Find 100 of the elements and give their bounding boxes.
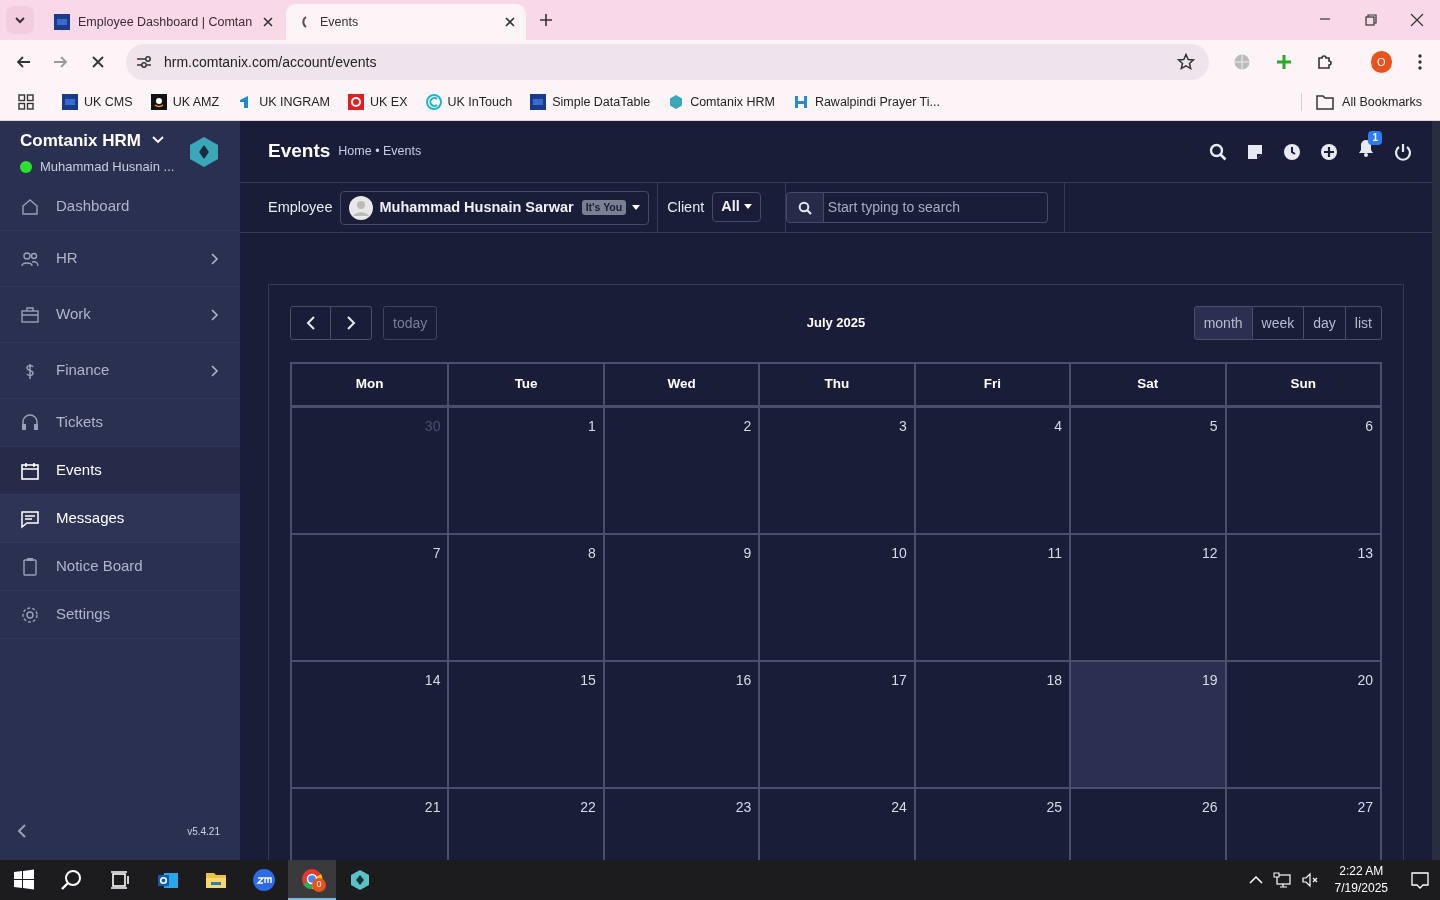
calendar-title: July 2025	[806, 314, 866, 333]
restore-icon[interactable]	[1363, 12, 1379, 28]
collapse-icon[interactable]	[16, 823, 28, 839]
close-icon[interactable]	[1409, 12, 1425, 28]
notification-icon[interactable]	[1410, 870, 1430, 890]
next-button[interactable]	[331, 306, 372, 340]
chevron-right-icon	[210, 364, 220, 377]
bookmark-link[interactable]: UK CMS	[84, 92, 133, 112]
address-bar[interactable]: hrm.comtanix.com/account/events	[126, 44, 1209, 80]
day-number: 22	[580, 798, 596, 817]
day-number: 9	[743, 544, 752, 563]
chevron-right-icon	[346, 316, 356, 330]
hexagon-logo-icon	[188, 136, 220, 168]
sidebar-item[interactable]: Events	[0, 447, 240, 495]
network-icon[interactable]	[1272, 872, 1291, 888]
tab-list-icon[interactable]	[6, 6, 34, 34]
day-number: 19	[1202, 671, 1218, 690]
day-number: 25	[1046, 798, 1063, 817]
day-cell[interactable]: 16	[602, 662, 759, 787]
browser-tab[interactable]: Events	[286, 4, 526, 40]
search-icon[interactable]	[60, 868, 84, 892]
view-tab[interactable]: list	[1345, 306, 1382, 340]
muted-speaker-icon[interactable]	[1300, 872, 1319, 888]
you-badge: It's You	[581, 199, 627, 216]
notification-badge: 1	[1368, 131, 1382, 145]
taskbar-button[interactable]: 0	[288, 860, 336, 900]
bookmark-star-icon[interactable]	[1176, 53, 1195, 71]
day-cell[interactable]: 8	[447, 535, 603, 660]
view-tab[interactable]: week	[1252, 306, 1305, 340]
day-number: 13	[1357, 544, 1373, 563]
day-number: 30	[424, 417, 441, 436]
day-number: 5	[1209, 417, 1218, 436]
clock-icon[interactable]	[1283, 142, 1301, 161]
add-circle-icon[interactable]	[1320, 142, 1338, 161]
day-number: 15	[580, 671, 596, 690]
day-cell[interactable]: 11	[913, 535, 1070, 660]
day-number: 21	[424, 798, 441, 817]
tab-title: Employee Dashboard | Comtan	[78, 13, 254, 31]
day-cell[interactable]: 9	[602, 535, 759, 660]
extension-plus-icon[interactable]	[1274, 53, 1293, 71]
bookmark-favicon-icon[interactable]	[530, 94, 547, 110]
folder-icon[interactable]	[1316, 94, 1335, 110]
day-number: 11	[1047, 544, 1063, 563]
sticky-note-icon[interactable]	[1246, 142, 1264, 161]
bookmark-link[interactable]: UK INGRAM	[259, 92, 330, 112]
client-select[interactable]: All	[712, 191, 761, 222]
day-cell[interactable]: 4	[913, 408, 1070, 533]
today-button[interactable]: today	[383, 306, 438, 340]
search-button[interactable]	[785, 192, 824, 223]
all-bookmarks-link[interactable]: All Bookmarks	[1342, 92, 1422, 112]
day-number: 6	[1365, 417, 1373, 436]
day-cell[interactable]: 7	[292, 535, 448, 660]
day-number: 8	[588, 544, 596, 563]
bookmark-link[interactable]: UK AMZ	[172, 92, 220, 112]
day-number: 2	[743, 417, 752, 436]
day-cell[interactable]: 17	[758, 662, 914, 787]
day-cell[interactable]: 10	[758, 535, 914, 660]
search-field[interactable]: Start typing to search	[823, 192, 1048, 223]
day-cell[interactable]: 21	[292, 789, 448, 860]
bookmark-link[interactable]: UK InTouch	[447, 92, 513, 112]
day-cell[interactable]: 12	[1069, 535, 1225, 660]
home-icon	[20, 196, 40, 217]
start-icon[interactable]	[12, 868, 36, 892]
employee-select[interactable]: Muhammad Husnain Sarwar It's You	[340, 190, 650, 225]
breadcrumb: Home • Events	[338, 143, 422, 161]
close-icon[interactable]	[262, 16, 274, 28]
hexagon-app-icon[interactable]	[348, 868, 372, 892]
view-tab[interactable]: month	[1193, 306, 1253, 340]
bell-icon[interactable]	[1357, 139, 1375, 157]
day-cell[interactable]: 1	[447, 408, 603, 533]
day-cell[interactable]: 20	[1224, 662, 1380, 787]
day-cell[interactable]: 15	[447, 662, 603, 787]
sidebar-item[interactable]: Messages	[0, 495, 240, 543]
day-cell[interactable]: 2	[602, 408, 759, 533]
view-tab[interactable]: day	[1304, 306, 1346, 340]
browser-tab[interactable]: Employee Dashboard | Comtan	[44, 4, 284, 40]
apps-grid-icon[interactable]	[18, 94, 34, 110]
day-cell[interactable]: 5	[1069, 408, 1225, 533]
page-title: Events	[268, 139, 331, 164]
bookmark-link[interactable]: Rawalpindi Prayer Ti...	[814, 92, 940, 112]
close-icon[interactable]	[504, 16, 516, 28]
bookmark-link[interactable]: Comtanix HRM	[690, 92, 775, 112]
new-tab-icon[interactable]	[538, 12, 554, 28]
bookmark-link[interactable]: UK EX	[370, 92, 408, 112]
day-cell[interactable]: 14	[292, 662, 448, 787]
bookmark-favicon-icon[interactable]	[150, 94, 167, 110]
chevron-up-icon[interactable]	[1248, 875, 1263, 885]
task-view-icon[interactable]	[108, 868, 132, 892]
day-cell[interactable]: 19	[1069, 662, 1225, 787]
day-cell[interactable]: 6	[1224, 408, 1380, 533]
search-icon[interactable]	[1209, 142, 1227, 161]
day-cell[interactable]: 13	[1224, 535, 1380, 660]
day-cell[interactable]: 3	[758, 408, 914, 533]
power-icon[interactable]	[1394, 142, 1412, 161]
profile-avatar[interactable]: O	[1370, 51, 1392, 73]
prev-button[interactable]	[290, 306, 331, 340]
day-number: 4	[1054, 417, 1063, 436]
bookmark-link[interactable]: Simple DataTable	[552, 92, 651, 112]
video-app-icon[interactable]	[252, 868, 276, 892]
settings-icon	[20, 604, 40, 625]
